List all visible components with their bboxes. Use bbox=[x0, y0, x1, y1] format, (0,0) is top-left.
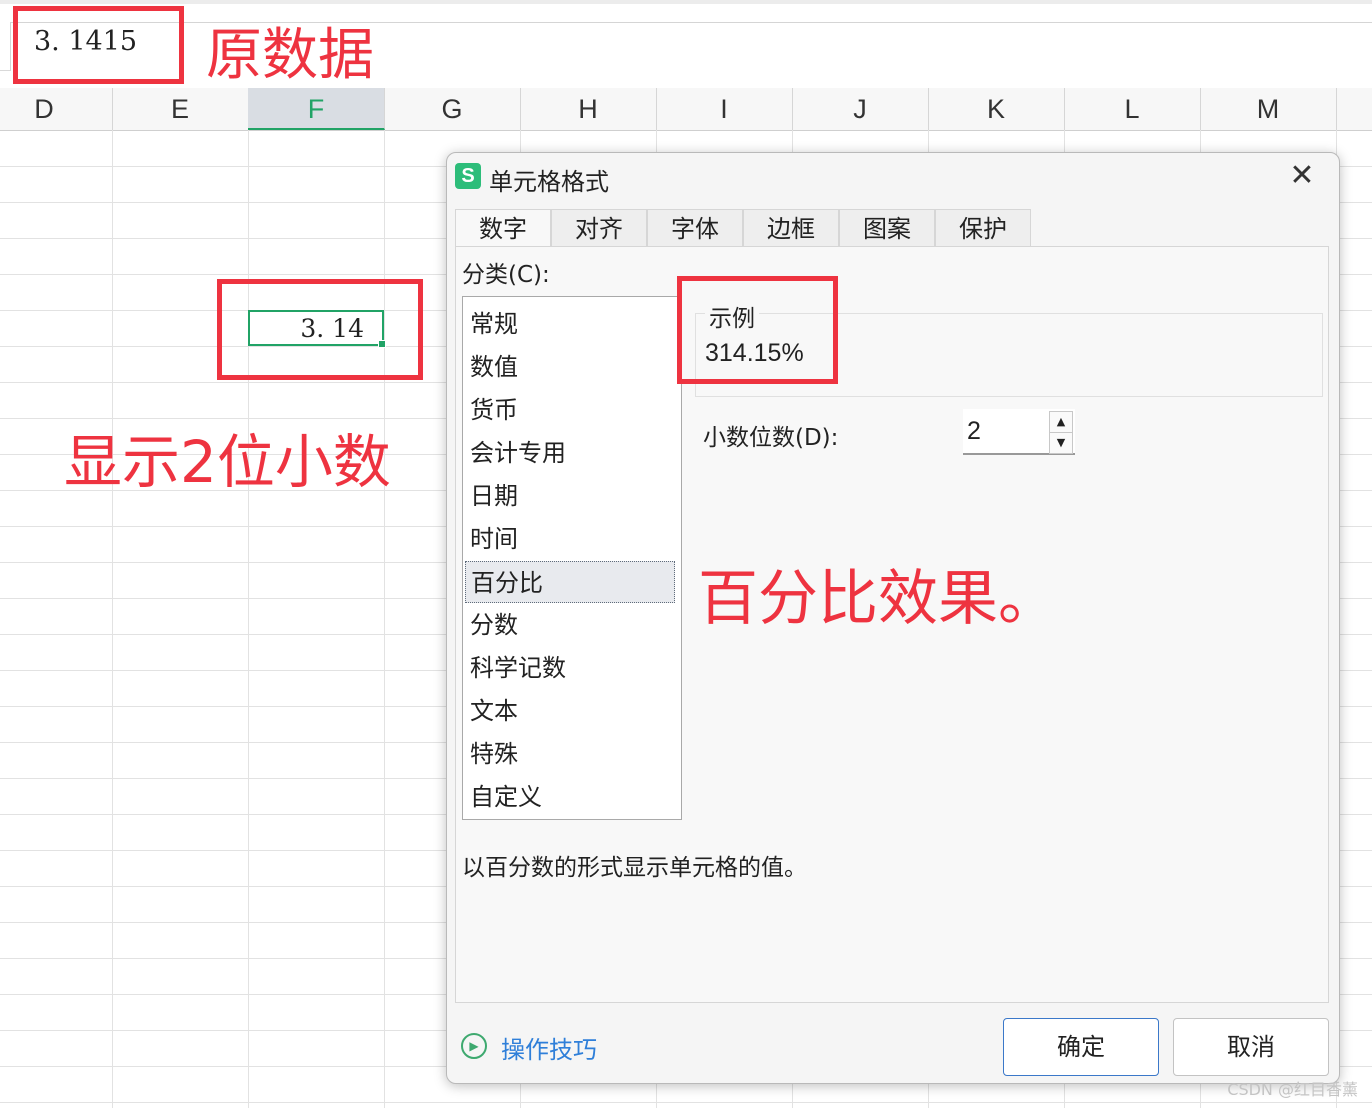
column-header-k[interactable]: K bbox=[928, 88, 1065, 130]
column-header-j[interactable]: J bbox=[792, 88, 929, 130]
list-item-date[interactable]: 日期 bbox=[465, 475, 675, 517]
annotation-percent-effect: 百分比效果。 bbox=[698, 564, 1058, 634]
grid-vline bbox=[248, 130, 249, 1108]
list-item-special[interactable]: 特殊 bbox=[465, 733, 675, 775]
play-circle-icon[interactable]: ▶ bbox=[461, 1033, 487, 1059]
tab-protection[interactable]: 保护 bbox=[935, 209, 1031, 247]
app-logo-icon: S bbox=[455, 163, 481, 189]
category-description: 以百分数的形式显示单元格的值。 bbox=[462, 855, 807, 881]
tab-font[interactable]: 字体 bbox=[647, 209, 743, 247]
cancel-button[interactable]: 取消 bbox=[1173, 1018, 1329, 1076]
toolbar-strip bbox=[0, 0, 1372, 4]
annotation-box-sample bbox=[677, 276, 838, 384]
list-item-percentage[interactable]: 百分比 bbox=[465, 561, 675, 603]
annotation-two-decimals: 显示2位小数 bbox=[64, 428, 391, 496]
tab-number[interactable]: 数字 bbox=[455, 209, 551, 249]
list-item-scientific[interactable]: 科学记数 bbox=[465, 647, 675, 689]
category-label: 分类(C): bbox=[462, 262, 550, 288]
tab-border[interactable]: 边框 bbox=[743, 209, 839, 247]
column-header-h[interactable]: H bbox=[520, 88, 657, 130]
column-header-g[interactable]: G bbox=[384, 88, 521, 130]
watermark: CSDN @红目香薰 bbox=[1227, 1080, 1358, 1099]
list-item-number[interactable]: 数值 bbox=[465, 346, 675, 388]
tab-pattern[interactable]: 图案 bbox=[839, 209, 935, 247]
decimal-places-stepper[interactable]: 2 ▲ ▼ bbox=[963, 409, 1075, 455]
column-header-l[interactable]: L bbox=[1064, 88, 1201, 130]
column-header-d[interactable]: D bbox=[0, 88, 113, 130]
decimal-places-value: 2 bbox=[967, 417, 981, 445]
list-item-custom[interactable]: 自定义 bbox=[465, 776, 675, 818]
list-item-fraction[interactable]: 分数 bbox=[465, 604, 675, 646]
column-header-row: D E F G H I J K L M bbox=[0, 88, 1372, 131]
category-list[interactable]: 常规 数值 货币 会计专用 日期 时间 百分比 分数 科学记数 文本 特殊 自定… bbox=[462, 296, 682, 820]
decimal-places-label: 小数位数(D): bbox=[703, 425, 839, 451]
spin-down-icon[interactable]: ▼ bbox=[1049, 432, 1073, 454]
list-item-currency[interactable]: 货币 bbox=[465, 389, 675, 431]
column-header-e[interactable]: E bbox=[112, 88, 249, 130]
spin-up-icon[interactable]: ▲ bbox=[1049, 411, 1073, 433]
annotation-box-original bbox=[13, 6, 184, 84]
dialog-title: 单元格格式 bbox=[489, 168, 609, 196]
tips-link[interactable]: 操作技巧 bbox=[501, 1030, 597, 1065]
annotation-box-cell bbox=[217, 279, 423, 380]
annotation-original-data: 原数据 bbox=[206, 23, 374, 88]
list-item-general[interactable]: 常规 bbox=[465, 303, 675, 345]
grid-vline bbox=[112, 130, 113, 1108]
grid-hline bbox=[0, 1102, 1372, 1103]
column-header-m[interactable]: M bbox=[1200, 88, 1337, 130]
grid-vline bbox=[384, 130, 385, 1108]
list-item-accounting[interactable]: 会计专用 bbox=[465, 432, 675, 474]
column-header-f[interactable]: F bbox=[248, 88, 385, 130]
ok-button[interactable]: 确定 bbox=[1003, 1018, 1159, 1076]
tab-alignment[interactable]: 对齐 bbox=[551, 209, 647, 247]
list-item-time[interactable]: 时间 bbox=[465, 518, 675, 560]
close-icon[interactable]: ✕ bbox=[1285, 159, 1319, 193]
column-header-i[interactable]: I bbox=[656, 88, 793, 130]
list-item-text[interactable]: 文本 bbox=[465, 690, 675, 732]
